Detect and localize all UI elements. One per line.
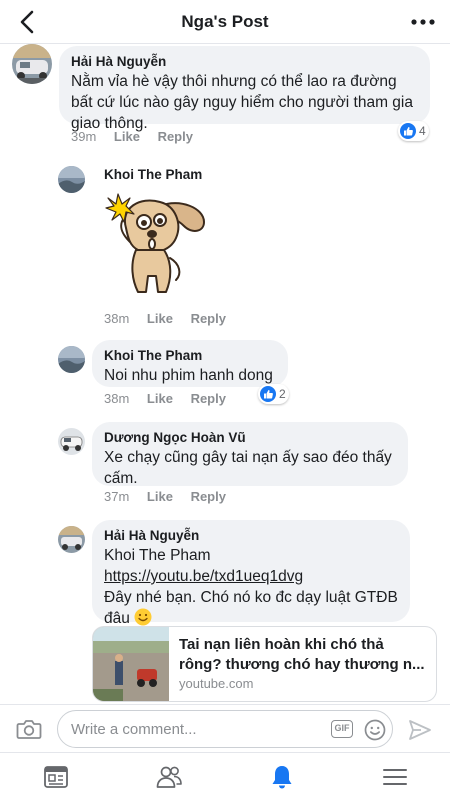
comment-text: Xe chạy cũng gây tai nạn ấy sao đéo thấy [104,449,392,466]
comment-meta: 38m Like Reply [104,311,240,326]
reaction-count[interactable]: 2 [258,384,289,404]
page-title: Nga's Post [181,12,269,31]
comment-time: 37m [104,489,130,504]
gif-icon[interactable]: GIF [331,720,353,738]
bottom-tab-bar [0,752,450,800]
comment-mention[interactable]: Khoi The Pham [104,545,398,566]
comment-author[interactable]: Khoi The Pham [104,347,276,365]
avatar[interactable] [58,346,85,373]
thumbs-up-icon [260,386,276,402]
comment-input[interactable]: Write a comment... GIF [57,710,393,748]
like-button[interactable]: Like [147,489,173,504]
thumbs-up-icon [400,123,416,139]
top-bar: Nga's Post [0,0,450,44]
comment-meta: 39m Like Reply [71,129,207,144]
comment-composer: Write a comment... GIF [0,704,450,752]
preview-thumbnail [93,627,169,701]
comment-author[interactable]: Hải Hà Nguyễn [71,53,418,71]
comment-meta: 37m Like Reply [104,489,240,504]
comment-bubble[interactable]: Hải Hà Nguyễn Khoi The Pham https://yout… [92,520,410,627]
comment-text: Nằm vỉa hè vậy thôi nhưng có thể lao ra … [71,73,397,90]
avatar[interactable] [58,428,85,455]
comment-bubble[interactable]: Dương Ngọc Hoàn Vũ Xe chạy cũng gây tai … [92,422,408,487]
reaction-count[interactable]: 4 [398,121,429,141]
comment-time: 39m [71,129,97,144]
more-icon[interactable] [410,10,436,34]
camera-icon[interactable] [16,717,42,741]
dog-scared-sticker [105,193,205,293]
comment-text: cấm. [104,470,138,487]
comment-text: Đây nhé bạn. Chó nó ko đc dạy luật GTĐB [104,589,398,606]
emoji-icon[interactable] [364,719,386,741]
friends-icon[interactable] [155,763,183,791]
feed-icon[interactable] [42,763,70,791]
preview-title[interactable]: Tai nạn liên hoàn khi chó thả rông? thươ… [179,635,426,675]
smile-emoji-icon [134,608,152,626]
reply-button[interactable]: Reply [191,489,226,504]
comment-link[interactable]: https://youtu.be/txd1ueq1dvg [104,566,398,587]
comment-text: bất cứ lúc nào gây nguy hiểm cho người t… [71,94,413,111]
comment-author[interactable]: Hải Hà Nguyễn [104,527,398,545]
avatar[interactable] [12,44,52,84]
reply-button[interactable]: Reply [158,129,193,144]
comment-author[interactable]: Dương Ngọc Hoàn Vũ [104,429,396,447]
menu-icon[interactable] [381,763,409,791]
comment-author[interactable]: Khoi The Pham [104,166,202,184]
comment-meta: 38m Like Reply [104,391,240,406]
avatar[interactable] [58,166,85,193]
preview-domain: youtube.com [179,676,254,691]
reply-button[interactable]: Reply [191,311,226,326]
comment-text: Noi nhu phim hanh dong [104,367,273,384]
comment-thread[interactable]: Hải Hà Nguyễn Nằm vỉa hè vậy thôi nhưng … [0,44,450,704]
send-icon[interactable] [408,718,432,742]
notifications-icon[interactable] [268,763,296,791]
comment-input-placeholder[interactable]: Write a comment... [71,721,197,738]
comment-bubble[interactable]: Khoi The Pham Noi nhu phim hanh dong [92,340,288,387]
like-button[interactable]: Like [147,391,173,406]
comment-time: 38m [104,391,130,406]
avatar[interactable] [58,526,85,553]
like-button[interactable]: Like [147,311,173,326]
comment-time: 38m [104,311,130,326]
link-preview-card[interactable]: Tai nạn liên hoàn khi chó thả rông? thươ… [92,626,437,702]
reply-button[interactable]: Reply [191,391,226,406]
comment-bubble[interactable]: Hải Hà Nguyễn Nằm vỉa hè vậy thôi nhưng … [59,46,430,132]
like-button[interactable]: Like [114,129,140,144]
